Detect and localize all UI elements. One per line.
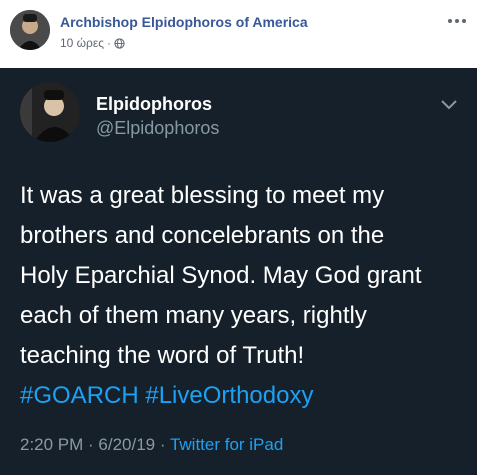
tweet-text-line: brothers and concelebrants on the — [20, 222, 385, 249]
post-meta: 10 ώρες · — [60, 36, 125, 50]
tweet-text: It was a great blessing to meet my broth… — [20, 176, 465, 416]
tweet-timestamp[interactable]: 2:20 PM · 6/20/19 · — [20, 435, 170, 454]
tweet-text-line: each of them many years, rightly — [20, 302, 367, 329]
tweet-text-line: Holy Eparchial Synod. May God grant — [20, 262, 422, 289]
tweet-embed: Elpidophoros @Elpidophoros It was a grea… — [0, 68, 477, 475]
tweet-display-name[interactable]: Elpidophoros — [96, 94, 212, 115]
globe-icon — [114, 37, 125, 49]
tweet-text-line: It was a great blessing to meet my — [20, 182, 385, 209]
facebook-post-header: Archbishop Elpidophoros of America 10 ώρ… — [0, 0, 477, 68]
post-time[interactable]: 10 ώρες — [60, 36, 104, 50]
tweet-hashtags-line: #GOARCH #LiveOrthodoxy — [20, 376, 465, 416]
page-name-link[interactable]: Archbishop Elpidophoros of America — [60, 14, 308, 30]
tweet-footer: 2:20 PM · 6/20/19 · Twitter for iPad — [20, 435, 283, 455]
more-options-icon[interactable] — [446, 12, 468, 30]
tweet-text-line: teaching the word of Truth! — [20, 342, 305, 369]
page-avatar[interactable] — [10, 10, 50, 50]
meta-separator: · — [107, 36, 112, 50]
hashtag-link[interactable]: #GOARCH — [20, 382, 139, 409]
tweet-source-link[interactable]: Twitter for iPad — [170, 435, 283, 454]
tweet-avatar[interactable] — [20, 82, 80, 142]
chevron-down-icon[interactable] — [440, 98, 458, 110]
tweet-handle[interactable]: @Elpidophoros — [96, 118, 219, 139]
hashtag-link[interactable]: #LiveOrthodoxy — [145, 382, 313, 409]
